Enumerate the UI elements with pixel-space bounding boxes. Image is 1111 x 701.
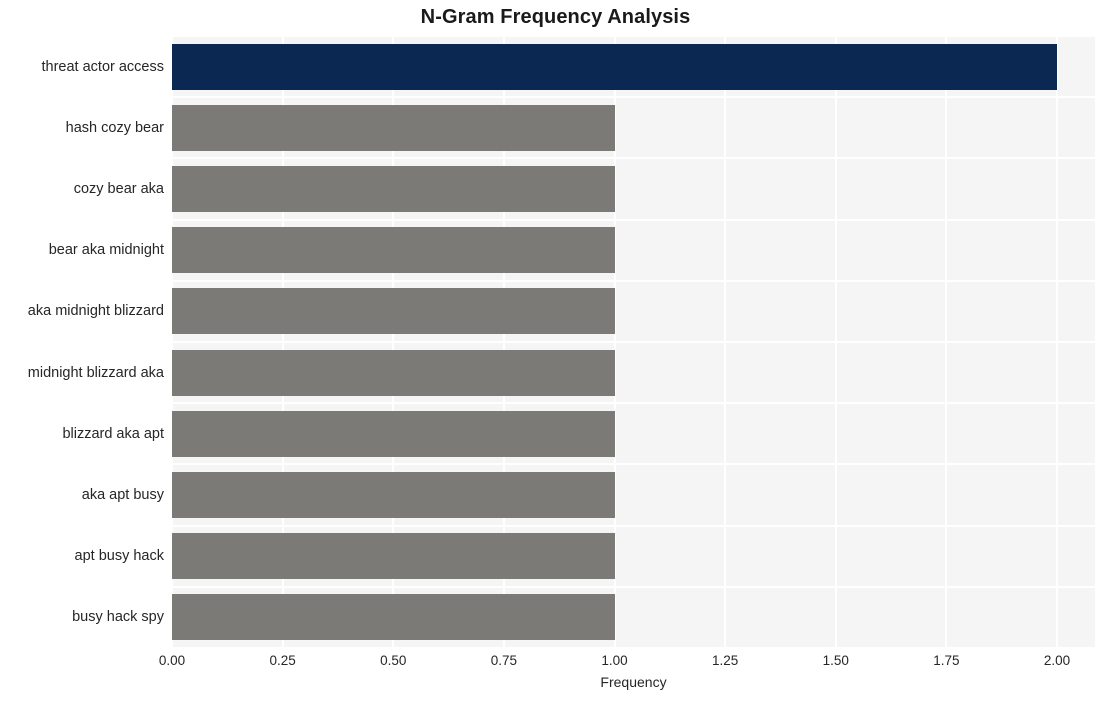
x-axis-tick-label: 0.75	[490, 653, 518, 668]
x-axis-tick-label: 0.50	[380, 653, 407, 668]
x-axis-tick-label: 1.00	[601, 653, 628, 668]
gridline-horizontal	[172, 157, 1095, 160]
gridline-horizontal	[172, 463, 1095, 466]
y-axis-labels: threat actor access hash cozy bear cozy be…	[0, 36, 164, 648]
gridline-horizontal	[172, 36, 1095, 37]
gridline-horizontal	[172, 647, 1095, 648]
bar[interactable]	[172, 43, 1057, 90]
x-axis-title: Frequency	[600, 674, 667, 690]
y-axis-tick-label: bear aka midnight	[48, 242, 164, 259]
bar[interactable]	[172, 410, 615, 457]
bar[interactable]	[172, 533, 615, 580]
bar[interactable]	[172, 227, 615, 274]
bar[interactable]	[172, 166, 615, 212]
chart-title: N-Gram Frequency Analysis	[420, 6, 691, 28]
x-axis-tick-label: 2.00	[1043, 653, 1071, 668]
gridline-horizontal	[172, 341, 1095, 343]
gridline-horizontal	[172, 279, 1095, 282]
y-axis-tick-label: aka midnight blizzard	[27, 303, 164, 320]
y-axis-tick-label: busy hack spy	[72, 609, 164, 626]
bar[interactable]	[172, 104, 615, 151]
y-axis-tick-label: apt busy hack	[74, 548, 164, 565]
y-axis-tick-label: hash cozy bear	[65, 119, 164, 136]
x-axis-tick-label: 1.25	[711, 653, 739, 668]
gridline-horizontal	[172, 218, 1095, 221]
y-axis-tick-label: blizzard aka apt	[62, 425, 164, 442]
y-axis-tick-label: aka apt busy	[81, 487, 164, 503]
y-axis-tick-label: cozy bear aka	[73, 181, 164, 197]
plot-area	[172, 36, 1095, 648]
gridline-horizontal	[172, 402, 1095, 405]
gridline-horizontal	[172, 96, 1095, 99]
x-axis-tick-labels: 0.00 0.25 0.50 0.75 1.00 1.25 1.50 1.75 2.00	[0, 653, 1111, 673]
bar[interactable]	[172, 594, 615, 641]
gridline-horizontal	[172, 524, 1095, 527]
bar[interactable]	[172, 472, 615, 518]
bar[interactable]	[172, 288, 615, 335]
x-axis-tick-label: 1.50	[822, 653, 849, 668]
gridline-horizontal	[172, 585, 1095, 588]
ngram-frequency-chart: N-Gram Frequency Analysis threat actor a…	[0, 0, 1111, 701]
y-axis-tick-label: midnight blizzard aka	[27, 364, 164, 381]
x-axis-tick-label: 0.25	[269, 653, 296, 668]
y-axis-tick-label: threat actor access	[41, 58, 165, 75]
x-axis-tick-label: 1.75	[933, 653, 960, 668]
bar[interactable]	[172, 349, 615, 396]
x-axis-tick-label: 0.00	[158, 653, 186, 668]
